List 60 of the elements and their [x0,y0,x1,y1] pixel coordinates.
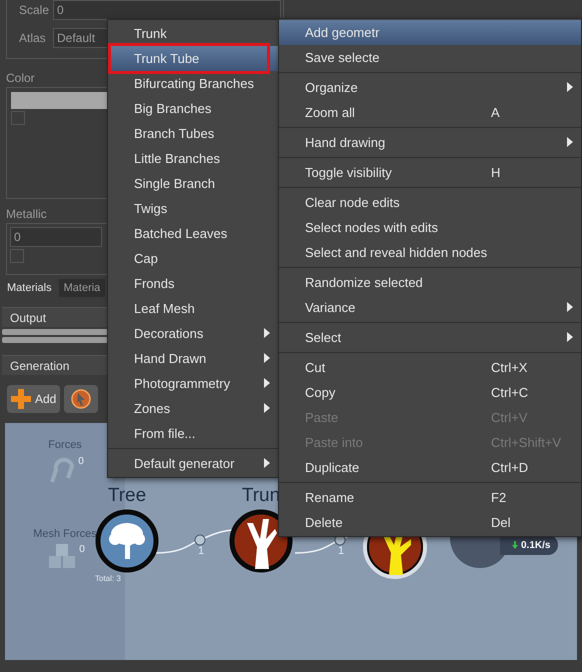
menu-item[interactable]: Decorations [108,321,278,346]
menu-item[interactable]: From file... [108,421,278,446]
menu-item[interactable]: Default generator [108,451,278,476]
tool-button[interactable] [64,385,98,413]
menu-item[interactable]: Clear node edits [279,190,581,215]
node-total: Total: 3 [95,573,121,585]
down-arrow-icon [512,541,518,549]
field-label: Atlas [19,30,47,47]
menu-item[interactable]: Trunk Tube [108,46,278,71]
cursor-icon [71,389,92,409]
menu-item[interactable]: Select [279,325,581,350]
plus-icon [11,389,31,409]
menu-item[interactable]: Zones [108,396,278,421]
menu-item[interactable]: Hand drawing [279,130,581,155]
menu-item[interactable]: Rename F2 [279,485,581,510]
menu-item[interactable]: Save selecte [279,45,581,70]
tab[interactable]: Materia [58,279,106,297]
menu-item[interactable]: Add geometr [279,20,581,45]
input-field[interactable]: 0 [53,0,281,20]
menu-item[interactable]: Branch Tubes [108,121,278,146]
menu-item[interactable]: Batched Leaves [108,221,278,246]
menu-item[interactable]: Cap [108,246,278,271]
count-label: 0 [78,454,84,468]
menu-item[interactable]: Little Branches [108,146,278,171]
menu-item[interactable]: Duplicate Ctrl+D [279,455,581,480]
menu-item[interactable]: Trunk [108,21,278,46]
speed-text: 0.1K/s [521,538,550,552]
menu-item[interactable]: Variance [279,295,581,320]
menu-item[interactable]: Select nodes with edits [279,215,581,240]
count-label: 0 [79,543,85,557]
side-label: Forces [48,438,82,453]
field-label: Scale [19,2,49,19]
menu-item[interactable]: Photogrammetry [108,371,278,396]
menu-item[interactable]: Twigs [108,196,278,221]
add-button[interactable]: Add [7,385,60,413]
menu-item[interactable]: Toggle visibility H [279,160,581,185]
menu-item[interactable]: Hand Drawn [108,346,278,371]
checkbox[interactable] [11,111,25,125]
menu-item[interactable]: Organize [279,75,581,100]
node-title: Tree [108,484,146,508]
side-label: Mesh Forces [33,526,97,542]
menu-item[interactable]: Delete Del [279,510,581,535]
group-label: Metallic [6,206,47,223]
trunk-node-icon [229,509,293,573]
checkbox[interactable] [10,249,24,263]
tree-node-icon [95,509,159,573]
menu-item[interactable]: Single Branch [108,171,278,196]
menu-item[interactable]: Fronds [108,271,278,296]
group-label: Color [6,70,35,87]
menu-item[interactable]: Select and reveal hidden nodes [279,240,581,265]
menu-item[interactable]: Big Branches [108,96,278,121]
menu-item[interactable]: Copy Ctrl+C [279,380,581,405]
link-count: 1 [198,544,204,559]
menu-item[interactable]: Randomize selected [279,270,581,295]
menu-item[interactable]: Leaf Mesh [108,296,278,321]
input-field[interactable]: 0 [10,227,102,247]
menu-item[interactable]: Zoom all A [279,100,581,125]
menu-item[interactable]: Bifurcating Branches [108,71,278,96]
link-count: 1 [338,544,344,559]
menu-item[interactable]: Cut Ctrl+X [279,355,581,380]
